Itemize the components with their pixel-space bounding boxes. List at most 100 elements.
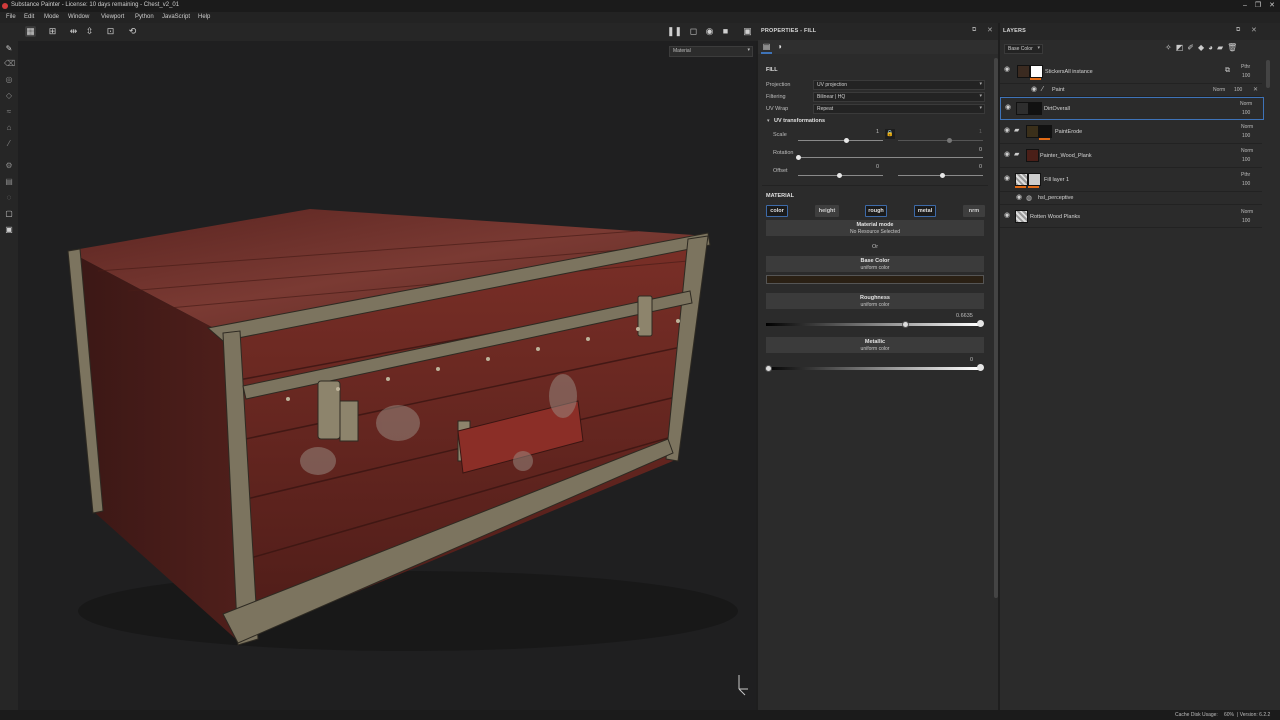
base-color-swatch[interactable]: [766, 275, 984, 284]
roughness-slider-knob[interactable]: [902, 321, 909, 328]
metallic-slider[interactable]: [766, 367, 978, 370]
lock-icon[interactable]: 🔒: [885, 129, 895, 139]
rotation-slider[interactable]: [798, 157, 983, 158]
channel-color-button[interactable]: color: [766, 205, 788, 217]
roughness-slider[interactable]: [766, 323, 978, 326]
scale-slider[interactable]: [798, 140, 883, 141]
history-icon[interactable]: ⟲: [127, 26, 138, 37]
visibility-eye-icon[interactable]: ◉: [1004, 66, 1012, 73]
metallic-block[interactable]: Metallic uniform color: [766, 337, 984, 353]
offset-v-knob[interactable]: [940, 173, 945, 178]
layer-blend-mode[interactable]: Norm: [1213, 87, 1225, 93]
properties-scrollbar[interactable]: [994, 58, 998, 598]
layer-blend-mode[interactable]: Norm: [1240, 101, 1252, 107]
layer-opacity[interactable]: 100: [1242, 133, 1250, 139]
add-mask-icon[interactable]: ◩: [1176, 43, 1188, 52]
rotation-slider-knob[interactable]: [796, 155, 801, 160]
paint-brush-icon[interactable]: ✎: [4, 44, 14, 54]
visibility-eye-icon[interactable]: ◉: [1016, 194, 1024, 201]
3d-viewport[interactable]: Material ▾: [18, 41, 756, 710]
layer-row[interactable]: ◉ ⁄ Paint Norm 100 ✕: [1000, 84, 1262, 97]
layer-row-selected[interactable]: ◉ DirtOverall Norm 100: [1000, 97, 1264, 120]
menu-file[interactable]: File: [6, 14, 16, 20]
material-mode-block[interactable]: Material mode No Resource Selected: [766, 220, 984, 236]
viewport-mode-select[interactable]: Material ▾: [669, 46, 753, 57]
add-smart-material-icon[interactable]: ◕: [1208, 43, 1217, 52]
layer-row[interactable]: ◉ StickersAll instance ⧉ Pthr 100: [1000, 60, 1262, 84]
menu-javascript[interactable]: JavaScript: [162, 14, 190, 20]
roughness-block[interactable]: Roughness uniform color: [766, 293, 984, 309]
eraser-icon[interactable]: ⌫: [4, 59, 15, 69]
maximize-icon[interactable]: ❐: [1253, 1, 1263, 10]
layers-scrollbar[interactable]: [1266, 60, 1270, 88]
pause-icon[interactable]: ❚❚: [667, 26, 682, 37]
symmetry-icon[interactable]: ⇹: [68, 26, 79, 37]
visibility-eye-icon[interactable]: ◉: [1004, 151, 1012, 158]
layer-opacity[interactable]: 100: [1242, 157, 1250, 163]
scale-slider-2[interactable]: [898, 140, 983, 141]
layer-blend-mode[interactable]: Pthr: [1241, 172, 1250, 178]
display-settings-icon[interactable]: ▣: [4, 225, 14, 235]
layer-row[interactable]: ◉ Rotten Wood Planks Norm 100: [1000, 205, 1262, 228]
roughness-picker-icon[interactable]: [977, 320, 984, 327]
remove-effect-icon[interactable]: ✕: [1253, 86, 1258, 93]
add-paint-layer-icon[interactable]: ✐: [1187, 43, 1198, 52]
view-2d-icon[interactable]: ◻: [688, 26, 699, 37]
visibility-eye-icon[interactable]: ◉: [1004, 212, 1012, 219]
filtering-select[interactable]: Bilinear | HQ ▾: [813, 92, 985, 102]
layer-blend-mode[interactable]: Norm: [1241, 148, 1253, 154]
undock-icon[interactable]: ⧉: [1236, 27, 1240, 34]
camera-icon[interactable]: ■: [720, 26, 731, 37]
layer-row[interactable]: ◉ ▰ PaintErode Norm 100: [1000, 120, 1262, 144]
environment-icon[interactable]: ◉: [704, 26, 715, 37]
layer-opacity[interactable]: 100: [1234, 87, 1242, 93]
add-folder-icon[interactable]: ▰: [1217, 43, 1227, 52]
projection-icon[interactable]: ◎: [4, 75, 14, 85]
metallic-picker-icon[interactable]: [977, 364, 984, 371]
grid-icon[interactable]: ▦: [25, 26, 36, 37]
metallic-slider-knob[interactable]: [765, 365, 772, 372]
close-panel-icon[interactable]: ✕: [1251, 26, 1257, 34]
layer-blend-mode[interactable]: Norm: [1241, 124, 1253, 130]
frame-icon[interactable]: ⊡: [105, 26, 116, 37]
visibility-eye-icon[interactable]: ◉: [1005, 104, 1013, 111]
menu-edit[interactable]: Edit: [24, 14, 34, 20]
shader-icon[interactable]: ◌: [4, 193, 14, 203]
menu-viewport[interactable]: Viewport: [101, 14, 124, 20]
menu-python[interactable]: Python: [135, 14, 154, 20]
scale-slider-knob[interactable]: [844, 138, 849, 143]
visibility-eye-icon[interactable]: ◉: [1004, 127, 1012, 134]
offset-u-knob[interactable]: [837, 173, 842, 178]
clone-icon[interactable]: ⌂: [4, 123, 14, 133]
smudge-icon[interactable]: ≈: [4, 107, 14, 117]
minimize-icon[interactable]: –: [1240, 1, 1250, 10]
material-sphere-icon[interactable]: ◑: [777, 42, 782, 51]
scale-slider-2-knob[interactable]: [947, 138, 952, 143]
channel-metal-button[interactable]: metal: [914, 205, 936, 217]
layer-row[interactable]: ◉ Fill layer 1 Pthr 100: [1000, 168, 1262, 192]
bake-icon[interactable]: ▤: [4, 177, 14, 187]
picker-icon[interactable]: ⁄: [4, 139, 14, 149]
visibility-eye-icon[interactable]: ◉: [1031, 86, 1039, 93]
add-fill-layer-icon[interactable]: ◆: [1198, 43, 1208, 52]
layer-opacity[interactable]: 100: [1242, 73, 1250, 79]
menu-help[interactable]: Help: [198, 14, 210, 20]
projection-select[interactable]: UV projection ▾: [813, 80, 985, 90]
polygon-fill-icon[interactable]: ◇: [4, 91, 14, 101]
add-effect-icon[interactable]: ✧: [1165, 43, 1176, 52]
uvwrap-select[interactable]: Repeat ▾: [813, 104, 985, 114]
channel-select[interactable]: Base Color ▾: [1004, 44, 1043, 54]
layer-row[interactable]: ◉ ▰ Painter_Wood_Plank Norm 100: [1000, 144, 1262, 168]
layer-row[interactable]: ◉ ◍ hsl_perceptive: [1000, 192, 1262, 205]
fill-properties-icon[interactable]: ▤: [761, 42, 772, 54]
base-color-block[interactable]: Base Color uniform color: [766, 256, 984, 272]
menu-mode[interactable]: Mode: [44, 14, 59, 20]
channel-height-button[interactable]: height: [815, 205, 839, 217]
channel-nrm-button[interactable]: nrm: [963, 205, 985, 217]
undock-icon[interactable]: ⧉: [972, 27, 976, 34]
grid-dense-icon[interactable]: ⊞: [47, 26, 58, 37]
layer-opacity[interactable]: 100: [1242, 110, 1250, 116]
visibility-eye-icon[interactable]: ◉: [1004, 175, 1012, 182]
layer-blend-mode[interactable]: Pthr: [1241, 64, 1250, 70]
texture-set-icon[interactable]: ▢: [4, 209, 14, 219]
